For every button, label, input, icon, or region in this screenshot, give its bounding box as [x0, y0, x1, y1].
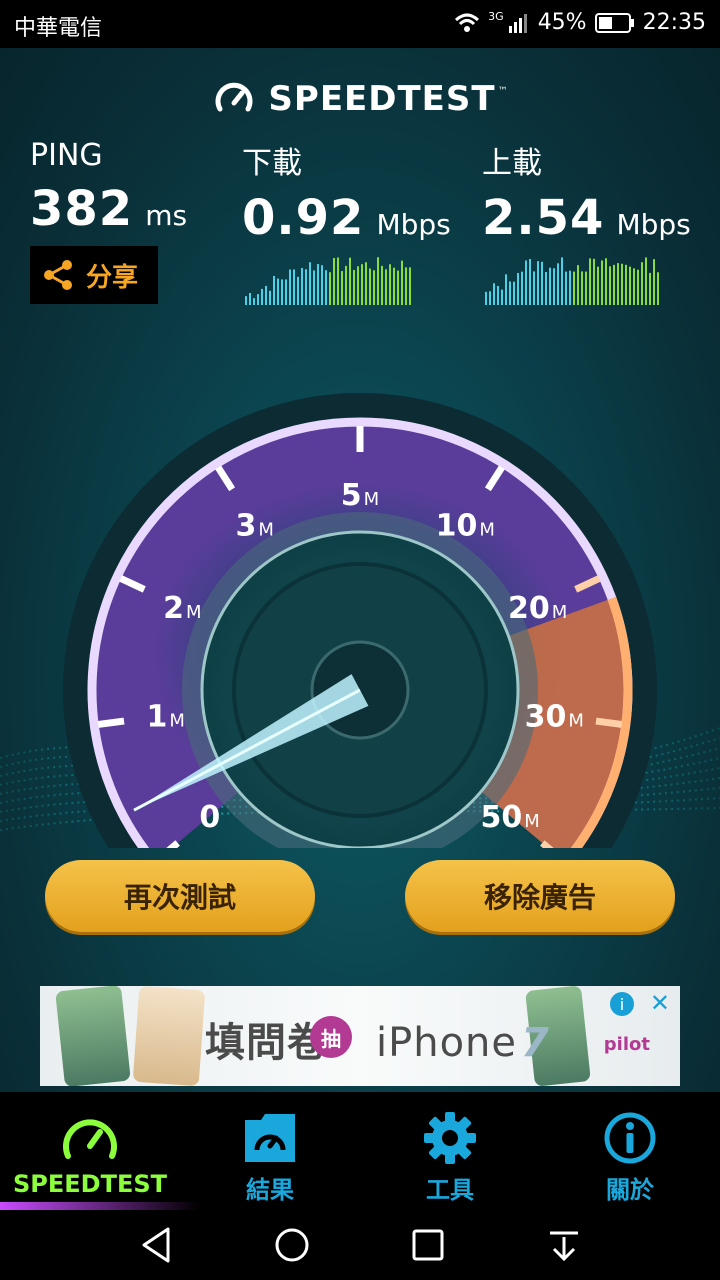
gauge-tick: [97, 717, 125, 728]
gauge-tick-unit: M: [552, 602, 568, 623]
gauge-tick-unit: M: [258, 520, 274, 541]
gauge-tick-unit: M: [364, 489, 380, 510]
ad-badge: 抽: [310, 1016, 352, 1058]
nav-about-label: 關於: [606, 1176, 654, 1204]
signal-icon: [508, 13, 527, 33]
speed-gauge: 01 M2 M3 M5 M10 M20 M30 M50 M: [0, 393, 720, 848]
ad-text: 填問卷 iPhone 7: [205, 1010, 550, 1068]
upload-label: 上載: [482, 146, 542, 181]
recents-icon[interactable]: [410, 1225, 446, 1265]
gauge-icon: [63, 1119, 117, 1159]
nav-results-label: 結果: [246, 1176, 294, 1204]
ping-unit: ms: [145, 199, 188, 232]
ad-banner[interactable]: 填問卷 iPhone 7 抽 pilot i ✕: [40, 986, 680, 1086]
upload-metric: 上載 2.54 Mbps: [482, 138, 691, 246]
upload-unit: Mbps: [616, 208, 691, 241]
remove-ads-button[interactable]: 移除廣告: [405, 860, 675, 932]
ping-value-row: 382 ms: [30, 181, 187, 237]
gear-icon: [424, 1112, 476, 1164]
ping-value: 382: [30, 181, 134, 237]
download-sparkline: [245, 257, 411, 305]
retest-button[interactable]: 再次測試: [45, 860, 315, 932]
download-metric: 下載 0.92 Mbps: [242, 138, 451, 246]
battery-icon: [594, 12, 634, 33]
gauge-tick-value: 50: [481, 800, 523, 835]
nav-speedtest[interactable]: SPEEDTEST: [0, 1092, 200, 1210]
gauge-tick-value: 1: [146, 700, 167, 735]
nav-tools-label: 工具: [426, 1176, 474, 1204]
gauge-tick-value: 20: [508, 591, 550, 626]
ad-info-icon[interactable]: i: [610, 992, 634, 1016]
gauge-tick-value: 0: [199, 800, 220, 835]
gauge-tick-label: 0: [199, 800, 220, 835]
speedtest-app: SPEEDTEST ™ PING 382 ms 下載 0.92 Mbps 上載 2.…: [0, 48, 720, 1092]
app-title: SPEEDTEST: [268, 79, 496, 119]
ad-brand: pilot: [603, 1034, 650, 1055]
ad-model-text: 7: [521, 1020, 550, 1066]
gauge-dial: [0, 393, 720, 848]
clock: 22:35: [642, 10, 706, 35]
gauge-tick-value: 2: [163, 591, 184, 626]
nav-speedtest-label: SPEEDTEST: [12, 1170, 167, 1198]
ad-close-icon[interactable]: ✕: [650, 989, 670, 1017]
gauge-tick-value: 5: [341, 478, 362, 513]
ad-phone-image: [132, 986, 206, 1086]
gauge-tick-unit: M: [186, 602, 202, 623]
ad-phone-image: [55, 986, 131, 1086]
gauge-tick-value: 10: [436, 509, 478, 544]
ad-product-text: iPhone: [376, 1020, 518, 1066]
gauge-tick: [595, 717, 623, 728]
nav-results[interactable]: 結果: [180, 1092, 360, 1210]
upload-value: 2.54: [482, 190, 605, 246]
share-label: 分享: [86, 262, 139, 293]
download-value-row: 0.92 Mbps: [242, 190, 451, 246]
share-button[interactable]: 分享: [30, 246, 158, 304]
gauge-tick-value: 30: [525, 700, 567, 735]
download-label: 下載: [242, 146, 302, 181]
network-type: 3G: [488, 10, 504, 23]
bottom-nav: SPEEDTEST 結果 工具 關於: [0, 1092, 720, 1210]
ping-metric: PING 382 ms: [30, 138, 187, 237]
gauge-tick-unit: M: [169, 711, 185, 732]
speedtest-logo-icon: [215, 82, 253, 112]
carrier-name: 中華電信: [14, 16, 103, 41]
status-bar: 中華電信 3G 45% 22:35: [0, 0, 720, 48]
ping-label: PING: [30, 138, 103, 173]
nav-about[interactable]: 關於: [540, 1092, 720, 1210]
nav-active-indicator: [0, 1202, 200, 1210]
download-unit: Mbps: [376, 208, 451, 241]
upload-sparkline: [485, 257, 659, 305]
home-icon[interactable]: [274, 1225, 310, 1265]
download-value: 0.92: [242, 190, 365, 246]
results-folder-icon: [245, 1114, 295, 1162]
nav-tools[interactable]: 工具: [360, 1092, 540, 1210]
gauge-tick-unit: M: [568, 711, 584, 732]
gauge-tick-unit: M: [524, 811, 540, 832]
share-icon: [44, 260, 72, 290]
wifi-icon: [455, 13, 480, 32]
back-icon[interactable]: [138, 1225, 174, 1265]
status-icons: 3G 45% 22:35: [454, 10, 706, 35]
app-header: SPEEDTEST ™: [0, 74, 720, 124]
trademark: ™: [497, 85, 508, 97]
gauge-tick-unit: M: [479, 520, 495, 541]
ad-survey-text: 填問卷: [205, 1020, 328, 1066]
notification-pull-icon[interactable]: [546, 1225, 582, 1265]
gauge-tick-value: 3: [235, 509, 256, 544]
android-system-nav: [0, 1210, 720, 1280]
battery-percent: 45%: [537, 10, 587, 35]
info-icon: [604, 1112, 656, 1164]
upload-value-row: 2.54 Mbps: [482, 190, 691, 246]
